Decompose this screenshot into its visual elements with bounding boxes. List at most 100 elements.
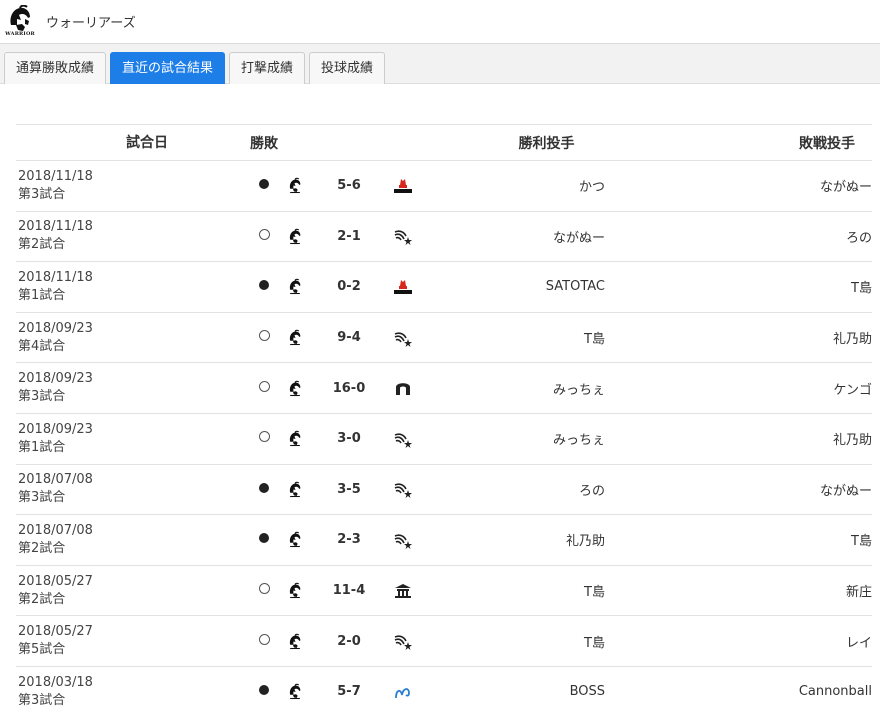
score[interactable]: 5-7 [319, 684, 379, 699]
lose-pitcher: 新庄 [845, 585, 872, 601]
result-cell [253, 228, 275, 244]
tab-3[interactable]: 打撃成績 [229, 52, 306, 84]
game-number: 第3試合 [18, 490, 66, 506]
score[interactable]: 2-3 [319, 532, 379, 547]
result-cell [253, 583, 275, 598]
table-row: 2018/11/18 第1試合 0-2 SATOTAC T島 [16, 261, 872, 312]
game-date: 2018/03/18 [18, 674, 93, 690]
header-lose-pitcher: 敗戦投手 [799, 135, 855, 152]
result-cell [253, 633, 275, 649]
game-date-cell: 2018/09/23 第1試合 [16, 421, 248, 457]
tab-4[interactable]: 投球成績 [309, 52, 386, 84]
game-date: 2018/09/23 [18, 320, 93, 336]
win-pitcher: SATOTAC [545, 279, 605, 295]
win-pitcher: ろの [578, 483, 605, 499]
win-circle-icon [258, 431, 270, 443]
game-number: 第3試合 [18, 389, 66, 405]
team-name: ウォーリアーズ [46, 16, 136, 31]
game-date-cell: 2018/09/23 第4試合 [16, 320, 248, 356]
table-row: 2018/09/23 第1試合 3-0 みっちぇ 礼乃助 [16, 412, 872, 464]
tab-bar: 通算勝敗成績 直近の試合結果 打撃成績 投球成績 [0, 44, 880, 84]
score[interactable]: 9-4 [319, 330, 379, 345]
warrior-helmet-icon [281, 278, 309, 295]
win-pitcher: みっちぇ [552, 433, 605, 449]
table-row: 2018/11/18 第2試合 2-1 ながぬー ろの [16, 210, 872, 262]
score[interactable]: 3-0 [319, 431, 379, 446]
app-header: WARRIOR ウォーリアーズ [0, 0, 880, 44]
red-tower-logo-icon [393, 278, 451, 296]
warrior-helmet-icon [281, 380, 309, 397]
score[interactable]: 11-4 [319, 583, 379, 598]
star-swoosh-logo-icon [393, 480, 451, 499]
table-row: 2018/09/23 第4試合 9-4 T島 礼乃助 [16, 311, 872, 363]
result-cell [253, 482, 275, 497]
win-pitcher: かつ [578, 180, 605, 196]
game-date-cell: 2018/05/27 第5試合 [16, 623, 248, 659]
tab-1[interactable]: 通算勝敗成績 [4, 52, 107, 84]
lose-pitcher: ろの [845, 230, 872, 246]
win-pitcher: みっちぇ [552, 382, 605, 398]
warrior-helmet-icon [281, 531, 309, 548]
header-date: 試合日 [126, 134, 168, 151]
score[interactable]: 2-1 [319, 229, 379, 244]
win-pitcher: T島 [584, 332, 605, 348]
table-header-row: 試合日 勝敗 勝利投手 敗戦投手 [16, 124, 872, 160]
logo-text: WARRIOR [5, 30, 35, 37]
table-row: 2018/07/08 第3試合 3-5 ろの ながぬー [16, 463, 872, 515]
table-row: 2018/05/27 第5試合 2-0 T島 レイ [16, 615, 872, 666]
game-number: 第2試合 [18, 540, 66, 556]
game-number: 第3試合 [18, 692, 66, 708]
star-swoosh-logo-icon [393, 531, 451, 549]
star-swoosh-logo-icon [393, 632, 451, 651]
team-logo[interactable]: WARRIOR [5, 4, 35, 39]
star-swoosh-logo-icon [393, 227, 451, 246]
score[interactable]: 5-6 [319, 178, 379, 193]
win-pitcher: 礼乃助 [565, 534, 605, 550]
game-date-cell: 2018/07/08 第3試合 [16, 471, 248, 507]
header-win-pitcher: 勝利投手 [518, 135, 575, 152]
result-cell [253, 178, 275, 193]
lose-pitcher: ケンゴ [833, 382, 872, 398]
game-date-cell: 2018/03/18 第3試合 [16, 674, 248, 710]
star-swoosh-logo-icon [393, 430, 451, 448]
warrior-helmet-icon [281, 177, 309, 194]
lose-pitcher: T島 [851, 281, 872, 297]
win-pitcher: T島 [584, 635, 605, 651]
score[interactable]: 2-0 [319, 634, 379, 649]
win-pitcher: BOSS [569, 684, 605, 700]
game-number: 第1試合 [18, 439, 66, 455]
game-number: 第2試合 [18, 591, 66, 607]
tab-2[interactable]: 直近の試合結果 [110, 52, 226, 84]
win-circle-icon [258, 633, 270, 645]
lose-pitcher: ながぬー [819, 483, 872, 499]
loss-dot-icon [259, 179, 269, 190]
lose-pitcher: レイ [845, 635, 872, 651]
lose-pitcher: Cannonball [798, 684, 872, 700]
score[interactable]: 16-0 [319, 381, 379, 396]
blue-wave-logo-icon [393, 683, 451, 701]
lose-pitcher: 礼乃助 [832, 332, 872, 348]
game-date: 2018/11/18 [18, 219, 93, 235]
arch-logo-icon [393, 379, 451, 397]
game-number: 第3試合 [18, 186, 66, 202]
warrior-helmet-icon [281, 228, 309, 245]
game-date-cell: 2018/07/08 第2試合 [16, 522, 248, 558]
result-cell [253, 431, 275, 446]
game-date-cell: 2018/11/18 第1試合 [16, 269, 248, 305]
score[interactable]: 3-5 [319, 482, 379, 497]
warrior-helmet-icon [10, 4, 30, 31]
game-number: 第1試合 [18, 287, 66, 303]
table-row: 2018/07/08 第2試合 2-3 礼乃助 T島 [16, 514, 872, 565]
game-date: 2018/11/18 [18, 269, 93, 285]
results-table: 試合日 勝敗 勝利投手 敗戦投手 2018/11/18 第3試合 5-6 かつながぬー… [16, 124, 872, 717]
result-cell [253, 330, 275, 345]
warrior-helmet-icon [281, 582, 309, 599]
win-pitcher: T島 [584, 585, 605, 601]
result-cell [253, 532, 275, 547]
table-row: 2018/05/27 第2試合 11-4 T島 新庄 [16, 564, 872, 616]
warrior-helmet-icon [281, 683, 309, 700]
result-cell [253, 279, 275, 294]
score[interactable]: 0-2 [319, 279, 379, 294]
warrior-helmet-icon [281, 329, 309, 346]
game-date: 2018/09/23 [18, 371, 93, 387]
